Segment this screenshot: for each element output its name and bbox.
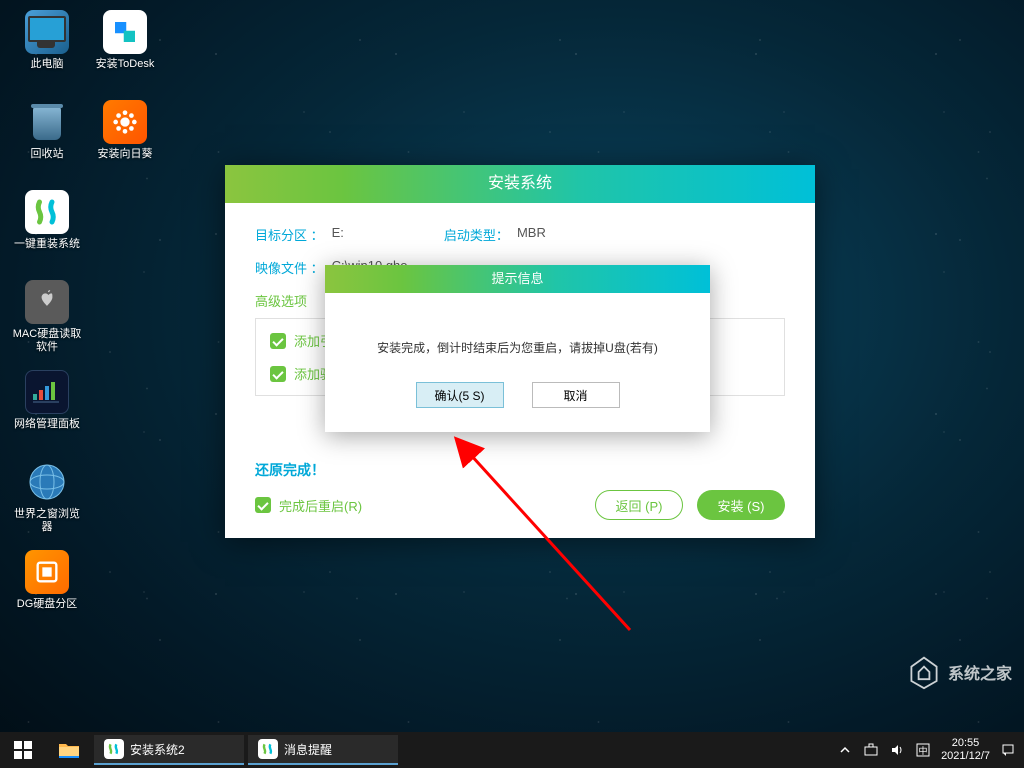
desktop-icon-mac-read[interactable]: MAC硬盘读取软件: [10, 280, 84, 362]
tray-chevron-icon[interactable]: [837, 742, 853, 758]
disk-genius-icon: [25, 550, 69, 594]
taskbar-item-message[interactable]: 消息提醒: [248, 735, 398, 765]
windows-logo-icon: [14, 741, 32, 759]
boot-type-value: MBR: [517, 225, 546, 244]
boot-type-label: 启动类型：: [444, 225, 509, 244]
reinstall-icon: [25, 190, 69, 234]
desktop-icon-recycle-bin[interactable]: 回收站: [10, 100, 84, 182]
tray-network-icon[interactable]: [863, 742, 879, 758]
todesk-icon: [103, 10, 147, 54]
app-icon: [258, 739, 278, 759]
restore-complete-label: 还原完成！: [255, 460, 785, 480]
tray-volume-icon[interactable]: [889, 742, 905, 758]
checkmark-icon: [270, 333, 286, 349]
target-partition-value: E:: [332, 225, 344, 244]
start-button[interactable]: [0, 732, 46, 768]
recycle-bin-icon: [25, 100, 69, 144]
network-panel-icon: [25, 370, 69, 414]
pc-icon: [25, 10, 69, 54]
taskbar-clock[interactable]: 20:55 2021/12/7: [941, 737, 990, 763]
checkbox-restart-after[interactable]: 完成后重启(R): [255, 496, 362, 515]
modal-title: 提示信息: [325, 265, 710, 293]
cancel-button[interactable]: 取消: [532, 382, 620, 408]
taskbar: 安装系统2 消息提醒 中 20:55 2021/12/7: [0, 732, 1024, 768]
folder-icon: [58, 741, 80, 759]
desktop-icon-browser[interactable]: 世界之窗浏览器: [10, 460, 84, 542]
desktop-icon-dg[interactable]: DG硬盘分区: [10, 550, 84, 632]
desktop-icon-network-panel[interactable]: 网络管理面板: [10, 370, 84, 452]
system-tray: 中 20:55 2021/12/7: [837, 737, 1024, 763]
desktop-icon-reinstall[interactable]: 一键重装系统: [10, 190, 84, 272]
globe-icon: [25, 460, 69, 504]
mac-disk-icon: [25, 280, 69, 324]
install-button[interactable]: 安装 (S): [697, 490, 785, 520]
tray-ime-icon[interactable]: 中: [915, 742, 931, 758]
checkmark-icon: [270, 366, 286, 382]
desktop-icon-sunflower[interactable]: 安装向日葵: [88, 100, 162, 182]
install-window-title: 安装系统: [225, 165, 815, 203]
sunflower-icon: [103, 100, 147, 144]
desktop-icon-grid: 此电脑 安装ToDesk 回收站 安装向日葵 一键重装系统 MAC硬盘读取软件 …: [10, 10, 162, 632]
desktop: 此电脑 安装ToDesk 回收站 安装向日葵 一键重装系统 MAC硬盘读取软件 …: [0, 0, 1024, 732]
image-file-label: 映像文件 ：: [255, 258, 324, 277]
target-partition-label: 目标分区 ：: [255, 225, 324, 244]
app-icon: [104, 739, 124, 759]
svg-text:中: 中: [919, 745, 928, 756]
modal-message: 安装完成，倒计时结束后为您重启，请拔掉U盘(若有): [325, 293, 710, 382]
file-explorer-button[interactable]: [46, 732, 92, 768]
back-button[interactable]: 返回 (P): [595, 490, 683, 520]
desktop-icon-todesk[interactable]: 安装ToDesk: [88, 10, 162, 92]
prompt-modal: 提示信息 安装完成，倒计时结束后为您重启，请拔掉U盘(若有) 确认(5 S) 取…: [325, 265, 710, 432]
tray-notifications-icon[interactable]: [1000, 742, 1016, 758]
watermark: 系统之家: [906, 654, 1012, 690]
desktop-icon-this-pc[interactable]: 此电脑: [10, 10, 84, 92]
taskbar-item-install[interactable]: 安装系统2: [94, 735, 244, 765]
confirm-button[interactable]: 确认(5 S): [416, 382, 504, 408]
checkmark-icon: [255, 497, 271, 513]
